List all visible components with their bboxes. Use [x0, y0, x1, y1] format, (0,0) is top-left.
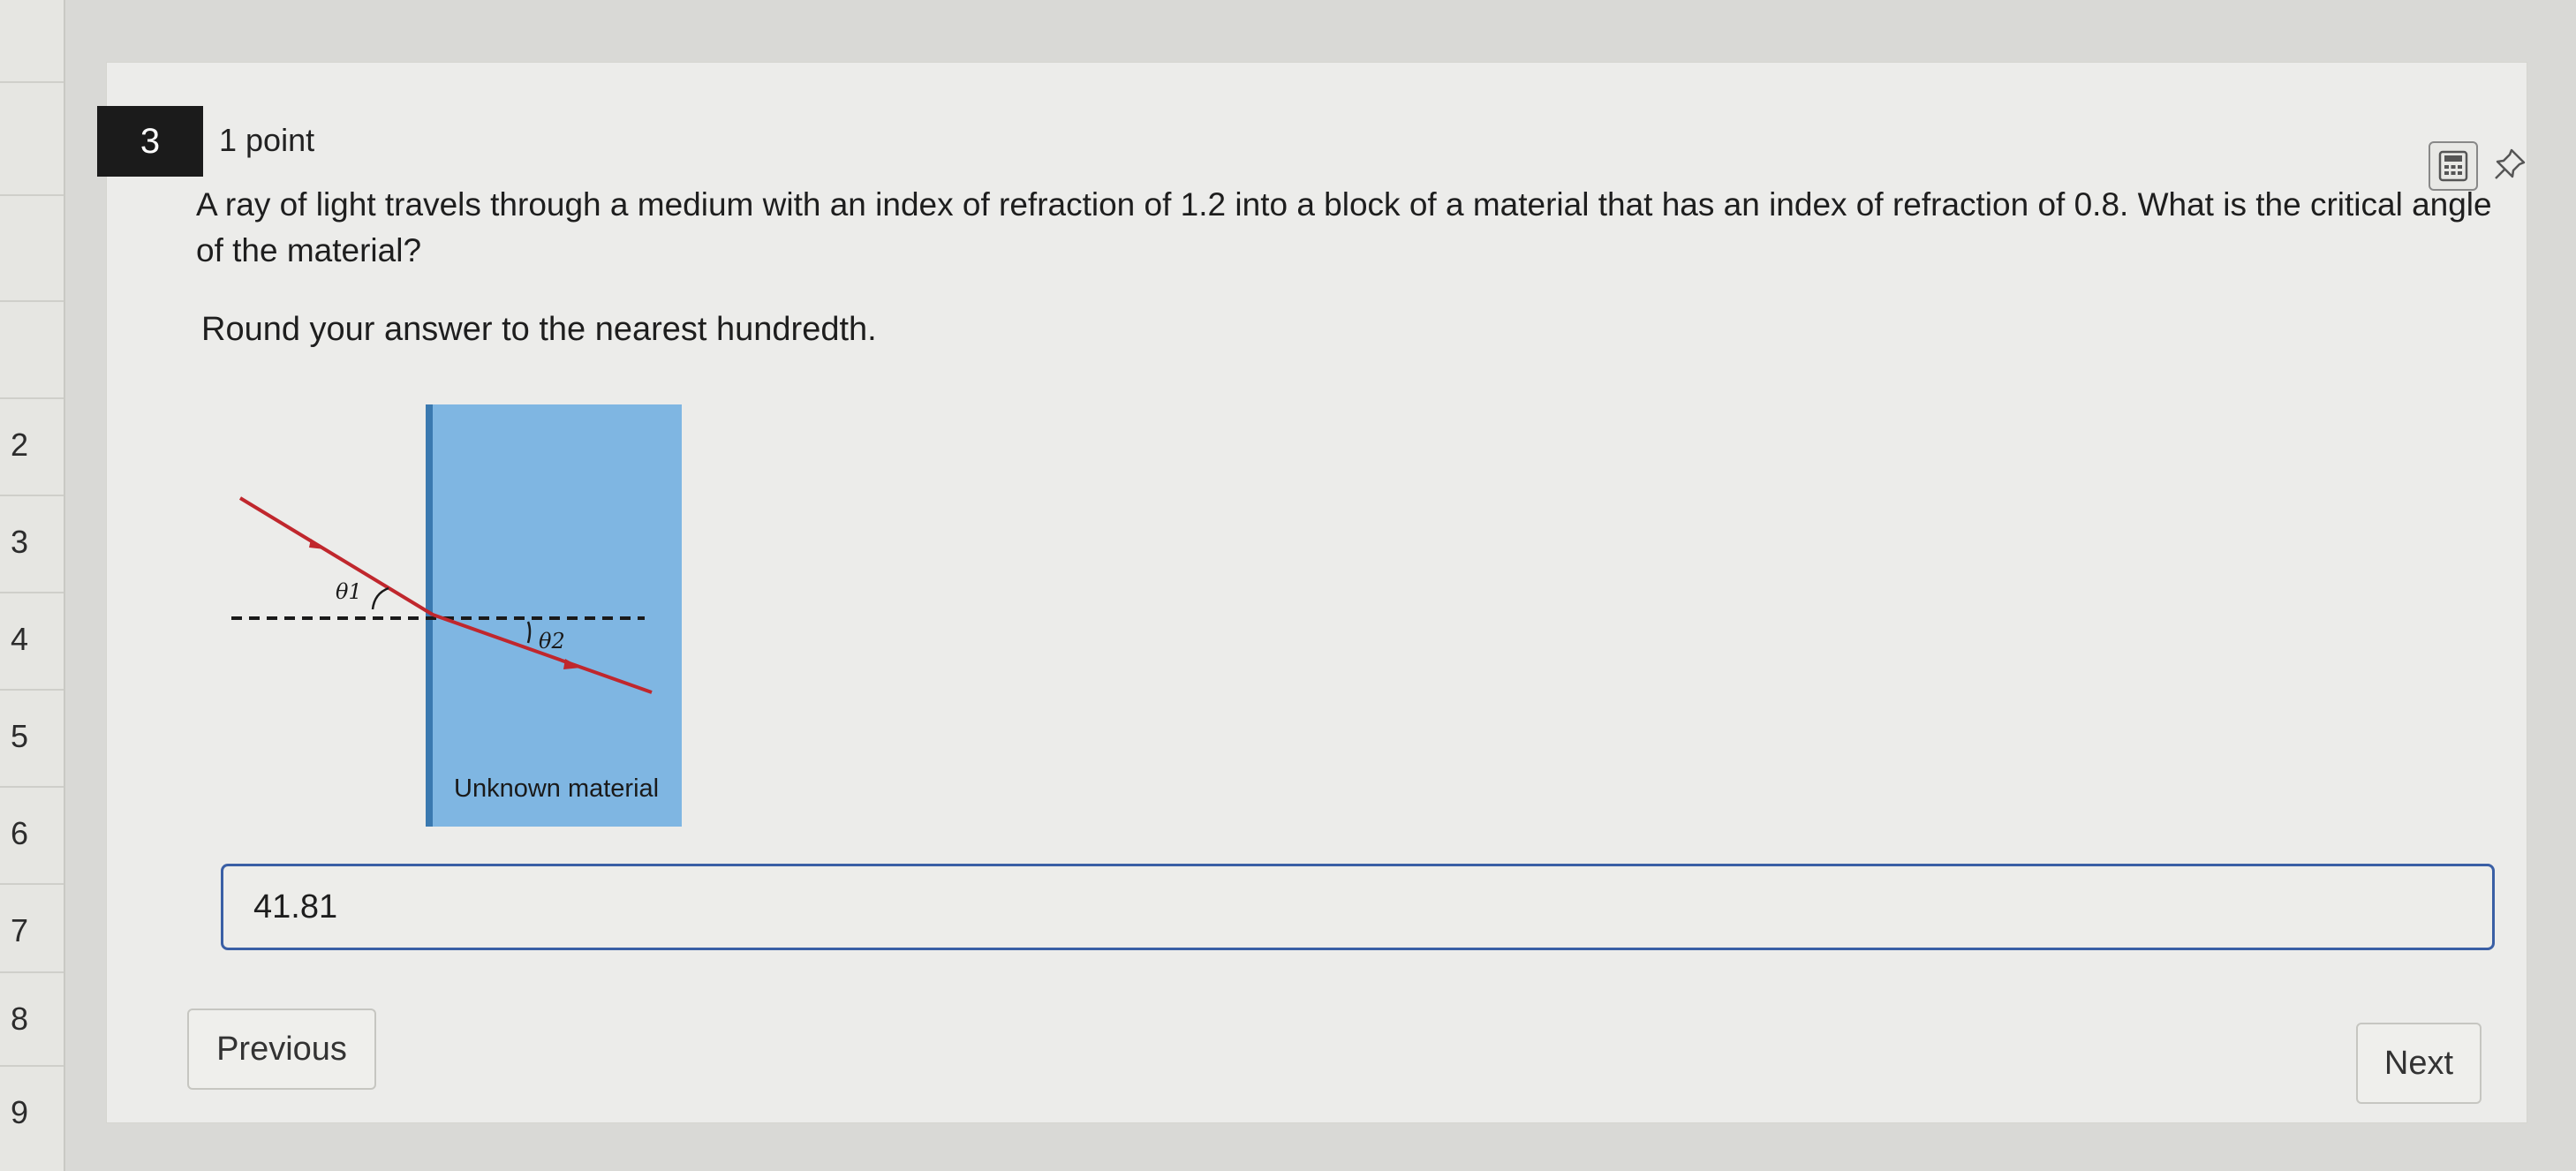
nav-item[interactable] — [0, 81, 64, 175]
material-block — [429, 404, 682, 827]
nav-item[interactable]: 7 — [0, 883, 64, 977]
next-button[interactable]: Next — [2356, 1023, 2482, 1104]
nav-item[interactable]: 9 — [0, 1065, 64, 1159]
nav-item-label: 6 — [10, 815, 28, 851]
question-instruction: Round your answer to the nearest hundred… — [201, 311, 877, 348]
nav-item-label: 7 — [10, 912, 28, 948]
nav-item[interactable]: 8 — [0, 971, 64, 1065]
theta1-label: θ1 — [336, 579, 362, 604]
nav-item[interactable] — [0, 300, 64, 394]
nav-item[interactable]: 6 — [0, 786, 64, 880]
nav-item-label: 3 — [10, 524, 28, 560]
question-text: A ray of light travels through a medium … — [196, 186, 2492, 268]
theta2-label: θ2 — [539, 629, 565, 653]
nav-item[interactable]: 4 — [0, 592, 64, 685]
question-navigator: 2 3 4 5 6 7 8 9 — [0, 0, 65, 1171]
nav-item-label: 8 — [10, 1001, 28, 1037]
material-label: Unknown material — [454, 774, 659, 803]
incident-arrow — [309, 539, 325, 549]
previous-button[interactable]: Previous — [187, 1009, 376, 1090]
theta1-arc — [371, 586, 389, 610]
nav-item[interactable]: 3 — [0, 495, 64, 588]
question-number-badge: 3 — [97, 106, 203, 177]
nav-item[interactable]: 2 — [0, 397, 64, 491]
nav-item-label: 2 — [10, 427, 28, 463]
nav-item[interactable] — [0, 194, 64, 288]
nav-item-label: 9 — [10, 1094, 28, 1130]
answer-input[interactable] — [221, 864, 2495, 950]
nav-item-label: 4 — [10, 621, 28, 657]
pin-icon[interactable] — [2487, 141, 2533, 187]
nav-item-label: 5 — [10, 718, 28, 754]
refraction-diagram: θ1 θ2 Unknown material — [221, 397, 698, 830]
question-points: 1 point — [219, 122, 315, 158]
nav-item[interactable]: 5 — [0, 689, 64, 782]
